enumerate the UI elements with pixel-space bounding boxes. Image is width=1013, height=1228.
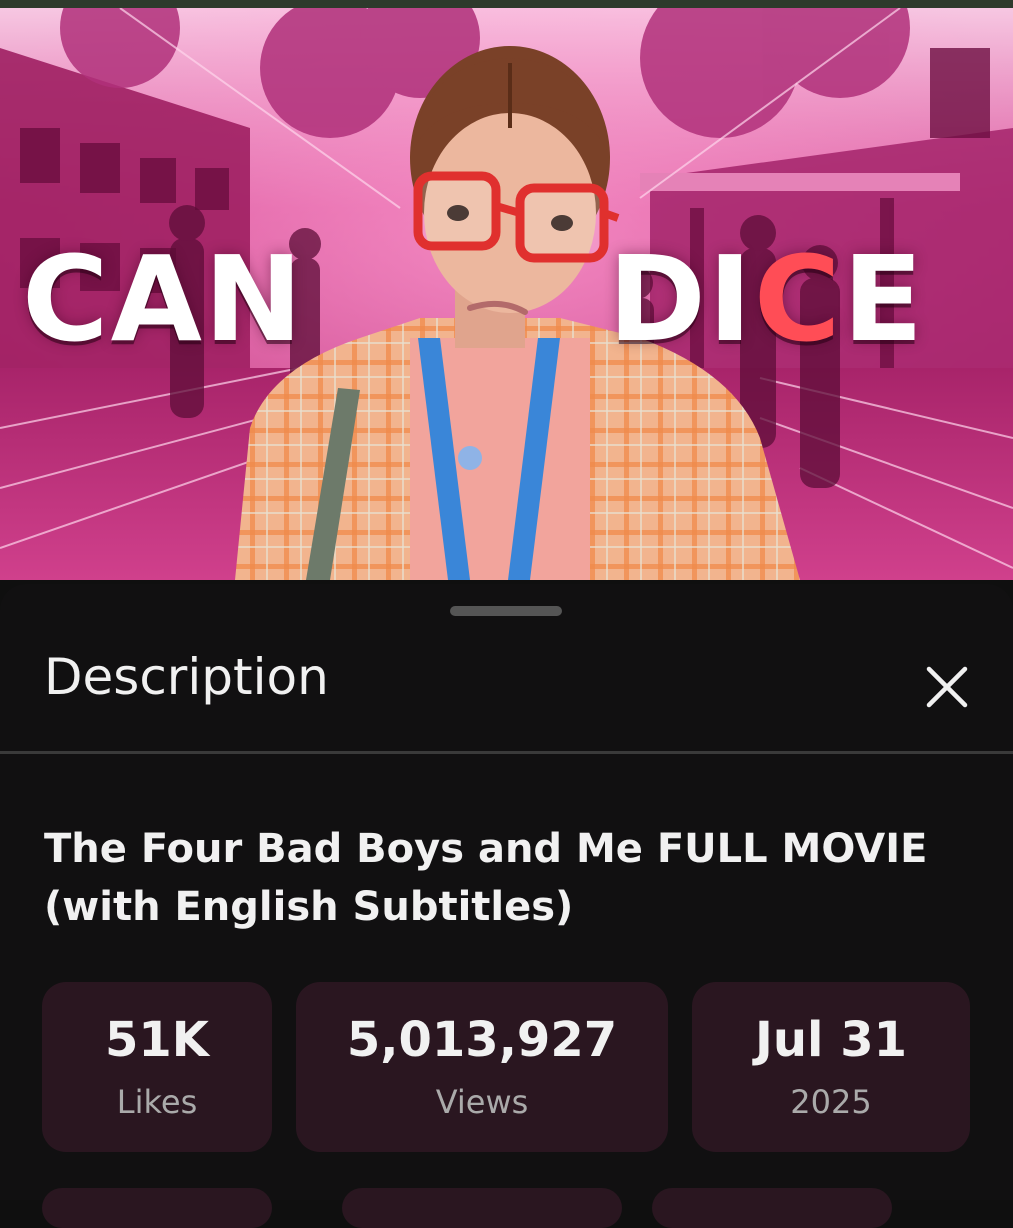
partial-card — [652, 1188, 892, 1228]
video-title: The Four Bad Boys and Me FULL MOVIE (wit… — [44, 826, 928, 930]
description-header-title: Description — [44, 648, 329, 706]
sheet-drag-handle[interactable] — [450, 606, 562, 616]
thumbnail-title-right-prefix: DI — [608, 230, 754, 368]
thumbnail-title-right: DICE — [608, 240, 925, 358]
partial-card — [42, 1188, 272, 1228]
header-divider — [0, 751, 1013, 754]
likes-count: 51K — [105, 1012, 209, 1068]
upload-date-stat-card: Jul 31 2025 — [692, 982, 970, 1152]
video-player[interactable]: CAN DICE — [0, 8, 1013, 580]
thumbnail-title-left: CAN — [22, 230, 305, 368]
top-status-strip — [0, 0, 1013, 8]
views-label: Views — [435, 1083, 529, 1121]
views-stat-card: 5,013,927 Views — [296, 982, 668, 1152]
close-icon — [926, 666, 968, 708]
views-count: 5,013,927 — [346, 1012, 618, 1068]
close-button[interactable] — [916, 656, 978, 718]
likes-label: Likes — [116, 1083, 198, 1121]
upload-date-year: 2025 — [790, 1083, 872, 1121]
description-sheet: Description The Four Bad Boys and Me FUL… — [0, 584, 1013, 1228]
thumbnail-title-right-suffix: E — [842, 230, 926, 368]
likes-stat-card[interactable]: 51K Likes — [42, 982, 272, 1152]
partial-card — [342, 1188, 622, 1228]
upload-date-day: Jul 31 — [755, 1012, 907, 1068]
thumbnail-title-right-accent: C — [753, 230, 843, 368]
